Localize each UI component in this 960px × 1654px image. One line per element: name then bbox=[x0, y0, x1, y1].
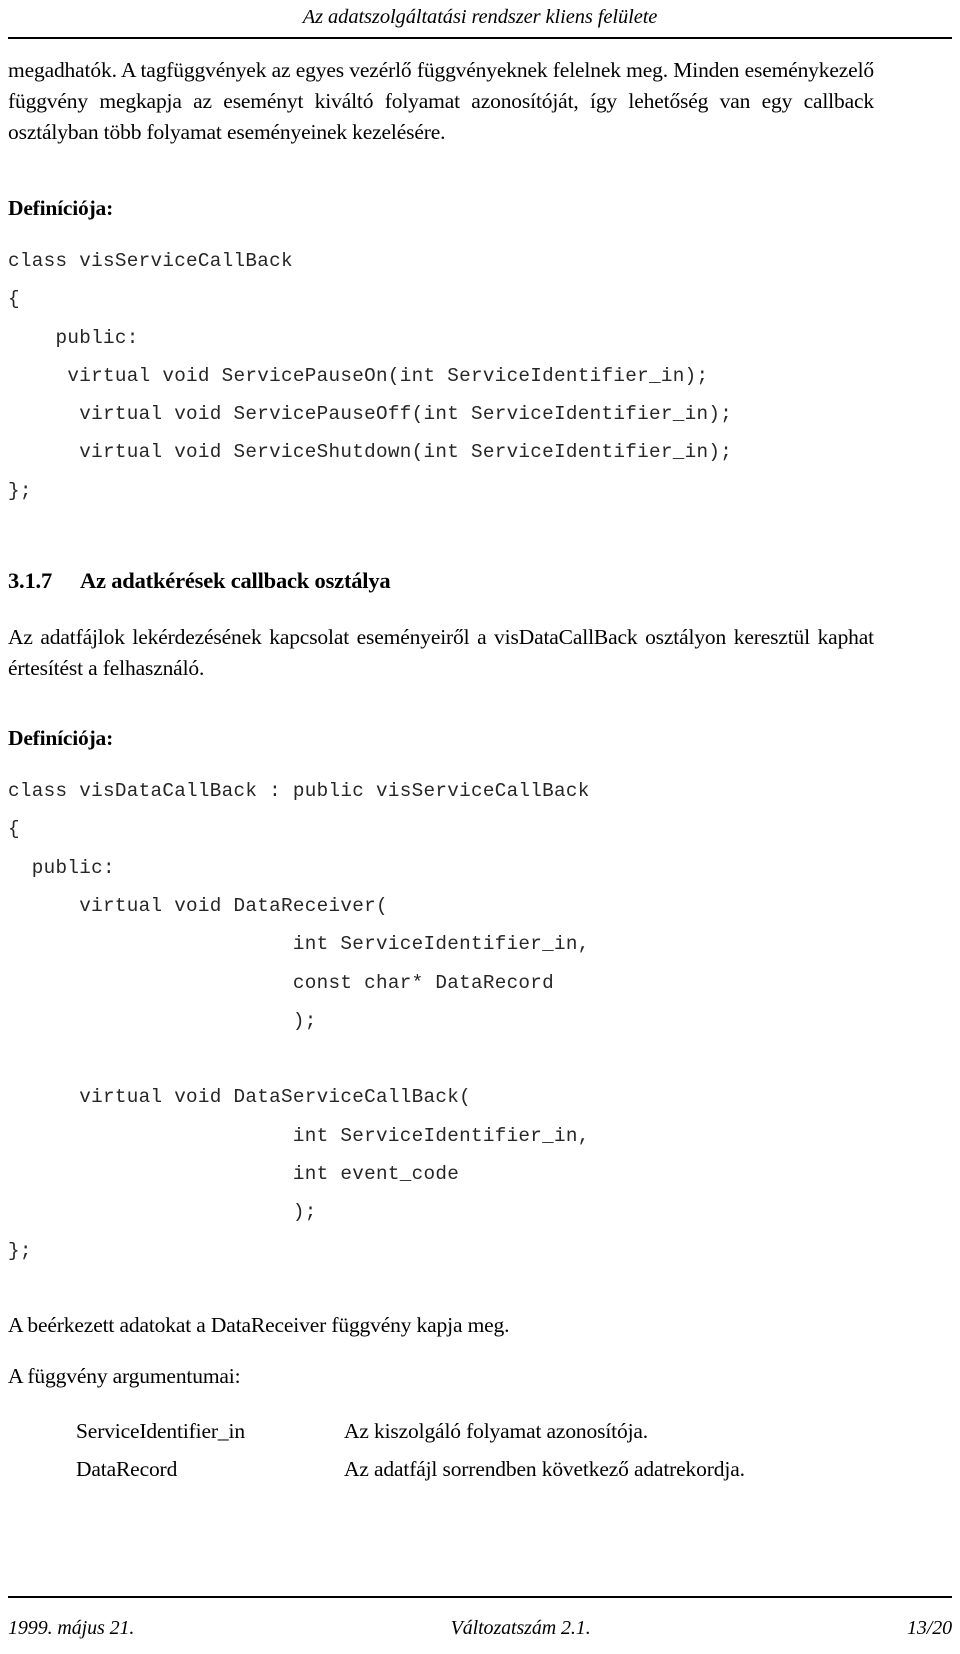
footer-version: Változatszám 2.1. bbox=[450, 1617, 591, 1639]
page-footer: 1999. május 21. Változatszám 2.1. 13/20 bbox=[8, 1617, 952, 1640]
code-block-visservicecallback: class visServiceCallBack { public: virtu… bbox=[8, 250, 733, 502]
definition-label-first: Definíciója: bbox=[8, 196, 114, 220]
closing-paragraph: A beérkezett adatokat a DataReceiver füg… bbox=[8, 1312, 510, 1337]
section-heading: 3.1.7 Az adatkérések callback osztálya bbox=[8, 566, 874, 596]
document-page: Az adatszolgáltatási rendszer kliens fel… bbox=[0, 0, 960, 1654]
table-row: ServiceIdentifier_in Az kiszolgáló folya… bbox=[76, 1412, 745, 1450]
argument-name: DataRecord bbox=[76, 1456, 178, 1481]
argument-table: ServiceIdentifier_in Az kiszolgáló folya… bbox=[76, 1412, 745, 1488]
section-number: 3.1.7 bbox=[8, 568, 53, 594]
section-paragraph: Az adatfájlok lekérdezésének kapcsolat e… bbox=[8, 625, 874, 681]
page-content: megadhatók. A tagfüggvények az egyes vez… bbox=[8, 55, 874, 1488]
argument-name: ServiceIdentifier_in bbox=[76, 1418, 245, 1443]
running-head-title: Az adatszolgáltatási rendszer kliens fel… bbox=[302, 6, 658, 28]
footer-page-number: 13/20 bbox=[906, 1617, 952, 1639]
arguments-label: A függvény argumentumai: bbox=[8, 1363, 241, 1388]
section-title: Az adatkérések callback osztálya bbox=[80, 568, 391, 594]
argument-description: Az adatfájl sorrendben következő adatrek… bbox=[344, 1456, 745, 1481]
code-block-visdatacallback: class visDataCallBack : public visServic… bbox=[8, 780, 590, 1262]
header-rule bbox=[8, 37, 952, 39]
footer-date: 1999. május 21. bbox=[8, 1617, 135, 1639]
definition-label-second: Definíciója: bbox=[8, 726, 114, 751]
footer-rule bbox=[8, 1596, 952, 1598]
argument-description: Az kiszolgáló folyamat azonosítója. bbox=[344, 1418, 649, 1443]
intro-paragraph: megadhatók. A tagfüggvények az egyes vez… bbox=[8, 58, 874, 144]
table-row: DataRecord Az adatfájl sorrendben követk… bbox=[76, 1450, 745, 1488]
